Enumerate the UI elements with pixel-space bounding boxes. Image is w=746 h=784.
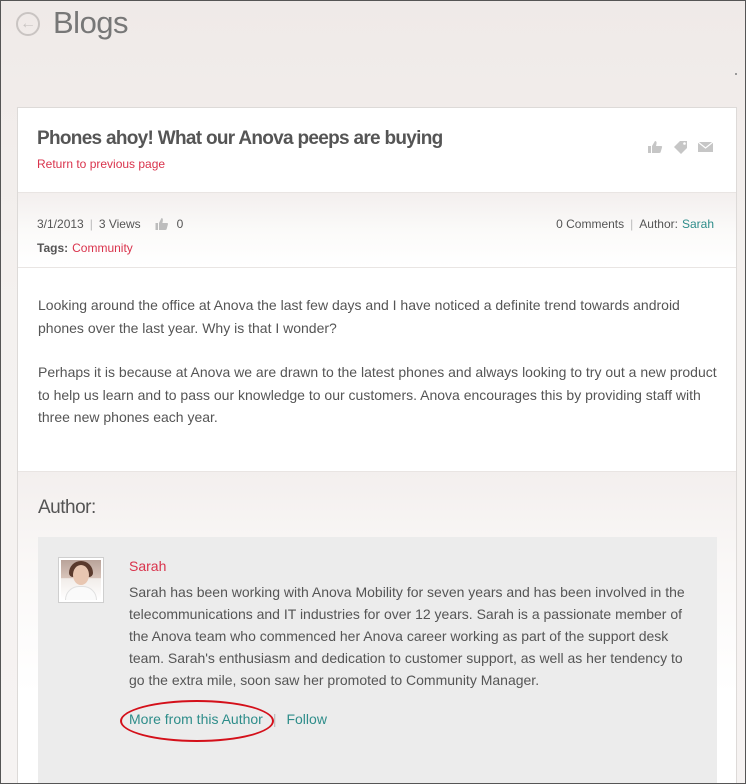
post-paragraph: Perhaps it is because at Anova we are dr… [38, 364, 717, 425]
author-label: Author: [639, 217, 678, 231]
avatar[interactable] [58, 557, 104, 603]
email-icon[interactable] [697, 140, 714, 154]
author-box: Sarah Sarah has been working with Anova … [38, 537, 717, 783]
avatar-photo [61, 560, 101, 600]
post-meta-right: 0 Comments | Author: Sarah [556, 217, 714, 231]
tags-label: Tags: [37, 241, 69, 255]
avatar-body [65, 586, 97, 600]
author-heading: Author: [38, 497, 96, 518]
comment-count[interactable]: 0 Comments [556, 217, 624, 231]
decorative-dot [735, 73, 737, 75]
like-count-icon[interactable] [155, 217, 169, 231]
post-tags: Tags: Community [37, 241, 133, 255]
follow-link[interactable]: Follow [286, 711, 326, 727]
post-paragraph: Looking around the office at Anova the l… [38, 297, 680, 336]
like-icon[interactable] [647, 140, 664, 154]
tag-community-link[interactable]: Community [72, 241, 133, 255]
post-date: 3/1/2013 [37, 217, 84, 231]
annotation-ellipse [120, 700, 274, 742]
blog-post-card: Phones ahoy! What our Anova peeps are bu… [17, 107, 737, 783]
divider: | [89, 217, 93, 231]
author-section: Author: Sarah Sarah has been working wit… [18, 471, 736, 783]
page-frame: ← Blogs Phones ahoy! What our Anova peep… [0, 0, 746, 784]
like-count: 0 [176, 217, 184, 231]
post-header: Phones ahoy! What our Anova peeps are bu… [18, 108, 736, 192]
post-body: Looking around the office at Anova the l… [38, 294, 718, 451]
tag-icon[interactable] [672, 140, 689, 154]
return-to-previous-page-link[interactable]: Return to previous page [37, 157, 165, 171]
author-name-link[interactable]: Sarah [129, 558, 166, 574]
post-meta: 3/1/2013 | 3 Views 0 0 Comments | Author… [18, 192, 736, 268]
post-title: Phones ahoy! What our Anova peeps are bu… [37, 128, 443, 149]
author-bio: Sarah has been working with Anova Mobili… [129, 584, 685, 688]
post-actions [647, 140, 714, 154]
post-author-link[interactable]: Sarah [682, 217, 714, 231]
page-title: Blogs [53, 5, 129, 40]
avatar-face [73, 565, 89, 585]
view-count: 3 Views [98, 217, 141, 231]
post-meta-left: 3/1/2013 | 3 Views 0 [37, 217, 183, 231]
divider: | [630, 217, 634, 231]
back-arrow-circle-icon[interactable]: ← [16, 12, 40, 36]
